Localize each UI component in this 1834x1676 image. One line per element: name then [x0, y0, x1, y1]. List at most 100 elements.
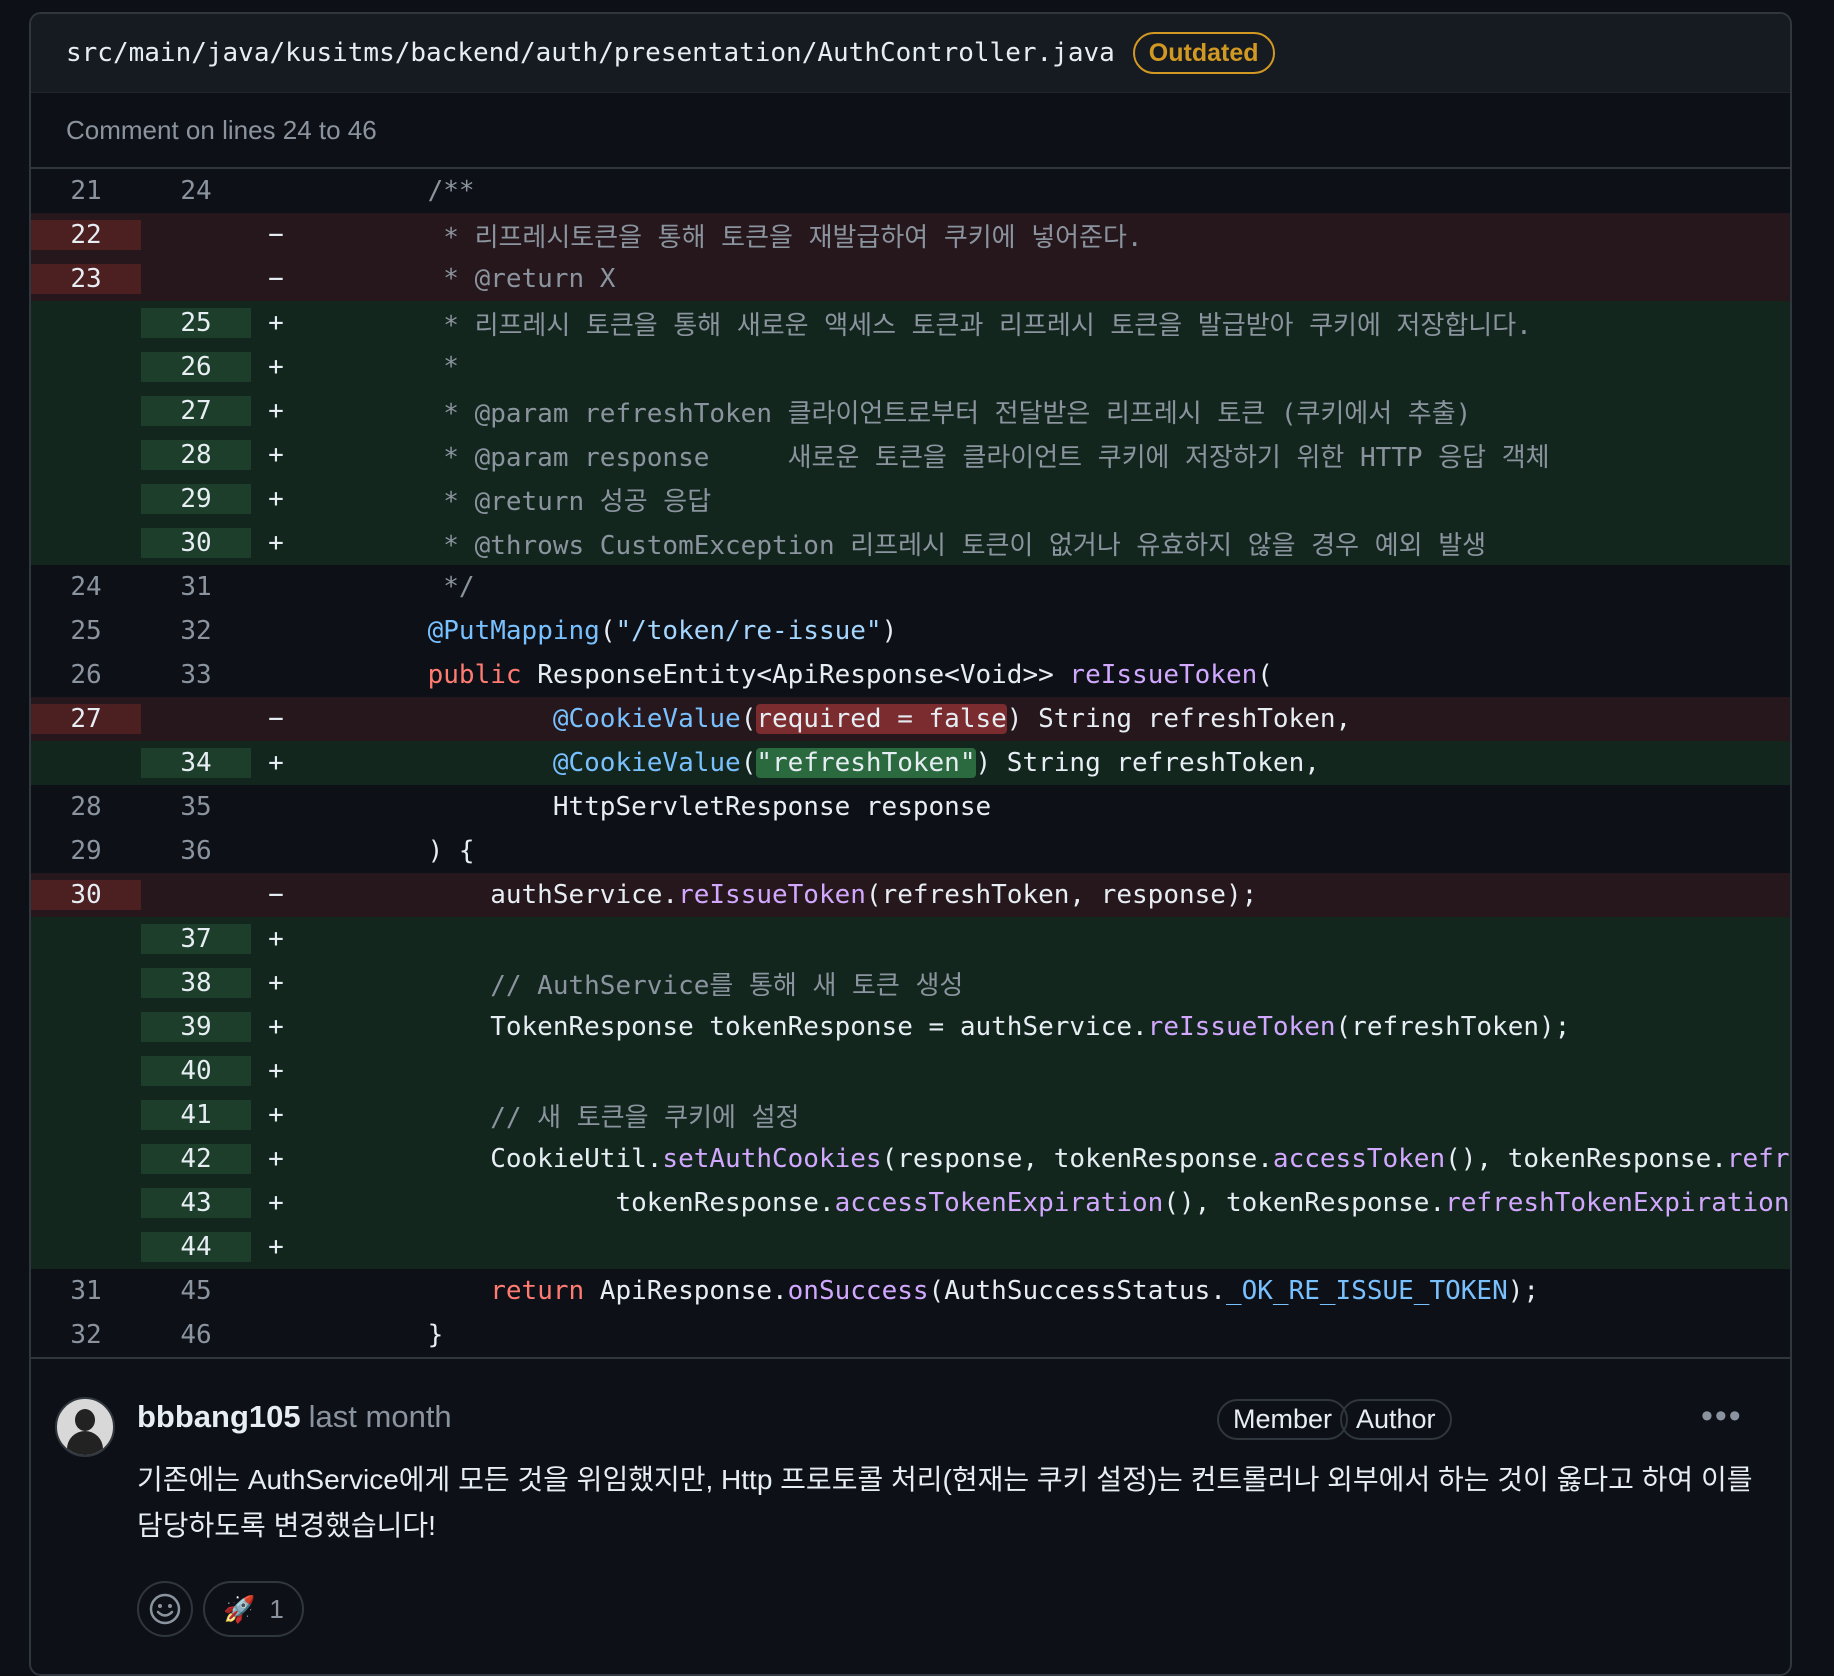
code-token: accessTokenExpiration: [834, 1188, 1164, 1218]
comment-body: 기존에는 AuthService에게 모든 것을 위임했지만, Http 프로토…: [137, 1464, 1753, 1541]
new-line-number[interactable]: 29: [141, 484, 251, 514]
new-line-number[interactable]: 30: [141, 528, 251, 558]
code-token: * 리프레시 토큰을 통해 새로운 액세스 토큰과 리프레시 토큰을 발급받아 …: [365, 310, 1532, 341]
new-line-number[interactable]: 36: [141, 836, 251, 866]
new-line-number[interactable]: 42: [141, 1144, 251, 1174]
new-line-number[interactable]: 28: [141, 440, 251, 470]
diff-sign: −: [268, 704, 284, 734]
old-line-number[interactable]: 25: [31, 616, 141, 646]
code-token: (: [740, 748, 757, 778]
code-token: * @return 성공 응답: [365, 486, 712, 517]
new-line-number[interactable]: 44: [141, 1232, 251, 1262]
diff-row: 29 36 ) {: [31, 829, 1790, 873]
new-line-number[interactable]: 27: [141, 396, 251, 426]
old-line-number[interactable]: 31: [31, 1276, 141, 1306]
new-line-number[interactable]: 34: [141, 748, 251, 778]
code-token: (: [740, 704, 757, 734]
old-line-number[interactable]: 27: [31, 704, 141, 734]
file-path-link[interactable]: src/main/java/kusitms/backend/auth/prese…: [66, 38, 1115, 68]
code-token: HttpServletResponse response: [365, 792, 992, 822]
code-token: refresh: [1726, 1144, 1790, 1174]
code-token: authService.: [365, 880, 679, 910]
new-line-number[interactable]: 46: [141, 1320, 251, 1350]
code-token: (: [599, 616, 616, 646]
code-token: * @return X: [365, 264, 616, 294]
new-line-number[interactable]: 37: [141, 924, 251, 954]
new-line-number[interactable]: 33: [141, 660, 251, 690]
diff-row: 28 + * @param response 새로운 토큰을 클라이언트 쿠키에 …: [31, 433, 1790, 477]
code-line: // AuthService를 통해 새 토큰 생성: [301, 965, 963, 1002]
diff-sign: +: [268, 528, 284, 558]
code-line: * 리프레시토큰을 통해 토큰을 재발급하여 쿠키에 넣어준다.: [301, 217, 1143, 254]
diff-sign: +: [268, 1144, 284, 1174]
code-token: setAuthCookies: [662, 1144, 882, 1174]
comment-timestamp[interactable]: last month: [309, 1399, 452, 1434]
old-line-number[interactable]: 28: [31, 792, 141, 822]
old-line-number[interactable]: 23: [31, 264, 141, 294]
code-token: * @param refreshToken 클라이언트로부터 전달받은 리프레시…: [365, 398, 1472, 429]
old-line-number[interactable]: 26: [31, 660, 141, 690]
rocket-reaction-button[interactable]: 🚀 1: [203, 1581, 304, 1637]
code-line: ) {: [301, 836, 475, 866]
diff-row: 24 31 */: [31, 565, 1790, 609]
new-line-number[interactable]: 24: [141, 176, 251, 206]
new-line-number[interactable]: 43: [141, 1188, 251, 1218]
new-line-number[interactable]: 40: [141, 1056, 251, 1086]
diff-sign: +: [268, 440, 284, 470]
new-line-number[interactable]: 26: [141, 352, 251, 382]
code-token: ApiResponse.: [584, 1276, 788, 1306]
code-token: ) String refreshToken,: [1006, 704, 1352, 734]
new-line-number[interactable]: 35: [141, 792, 251, 822]
diff-row: 39 + TokenResponse tokenResponse = authSe…: [31, 1005, 1790, 1049]
author-badge: Author: [1340, 1399, 1452, 1440]
code-token: "refreshToken": [756, 748, 976, 778]
code-token: required = false: [756, 704, 1007, 734]
diff-sign: −: [268, 880, 284, 910]
new-line-number[interactable]: 41: [141, 1100, 251, 1130]
code-line: TokenResponse tokenResponse = authServic…: [301, 1012, 1570, 1042]
old-line-number[interactable]: 32: [31, 1320, 141, 1350]
old-line-number[interactable]: 24: [31, 572, 141, 602]
add-reaction-button[interactable]: [137, 1581, 193, 1637]
diff-row: 28 35 HttpServletResponse response: [31, 785, 1790, 829]
old-line-number[interactable]: 30: [31, 880, 141, 910]
diff-row: 25 + * 리프레시 토큰을 통해 새로운 액세스 토큰과 리프레시 토큰을 발…: [31, 301, 1790, 345]
kebab-horizontal-icon[interactable]: •••: [1701, 1397, 1743, 1436]
new-line-number[interactable]: 25: [141, 308, 251, 338]
diff-row: 23 − * @return X: [31, 257, 1790, 301]
diff-sign: +: [268, 396, 284, 426]
code-token: (), tokenResponse.: [1163, 1188, 1446, 1218]
author-link[interactable]: bbbang105: [137, 1399, 301, 1434]
code-token: (refreshToken, response);: [865, 880, 1258, 910]
new-line-number[interactable]: 31: [141, 572, 251, 602]
diff-row: 32 46 }: [31, 1313, 1790, 1357]
new-line-number[interactable]: 38: [141, 968, 251, 998]
code-token: @CookieValue: [552, 748, 741, 778]
old-line-number[interactable]: 29: [31, 836, 141, 866]
old-line-number[interactable]: 22: [31, 220, 141, 250]
diff-row: 27 − @CookieValue(required = false) Strin…: [31, 697, 1790, 741]
new-line-number[interactable]: 45: [141, 1276, 251, 1306]
code-token: reIssueToken: [678, 880, 866, 910]
code-token: * 리프레시토큰을 통해 토큰을 재발급하여 쿠키에 넣어준다.: [365, 222, 1143, 253]
member-badge: Member: [1217, 1399, 1349, 1440]
code-token: onSuccess: [787, 1276, 929, 1306]
file-header: src/main/java/kusitms/backend/auth/prese…: [31, 14, 1790, 93]
new-line-number[interactable]: 39: [141, 1012, 251, 1042]
code-line: return ApiResponse.onSuccess(AuthSuccess…: [301, 1276, 1539, 1306]
diff-row: 34 + @CookieValue("refreshToken") String …: [31, 741, 1790, 785]
code-token: return: [490, 1276, 585, 1306]
review-comment: bbbang105 last month Member Author ••• 기존…: [31, 1357, 1790, 1674]
new-line-number[interactable]: 32: [141, 616, 251, 646]
code-line: /**: [301, 176, 475, 206]
diff-sign: +: [268, 484, 284, 514]
rocket-reaction-count: 1: [269, 1593, 284, 1624]
avatar[interactable]: [55, 1397, 115, 1457]
diff-table: 21 24 /** 22− * 리프레시토큰을 통해 토큰을 재발급하여 쿠키에 넣…: [31, 169, 1790, 1357]
code-line: // 새 토큰을 쿠키에 설정: [301, 1097, 799, 1134]
old-line-number[interactable]: 21: [31, 176, 141, 206]
diff-sign: +: [268, 1100, 284, 1130]
code-token: *: [365, 352, 459, 382]
